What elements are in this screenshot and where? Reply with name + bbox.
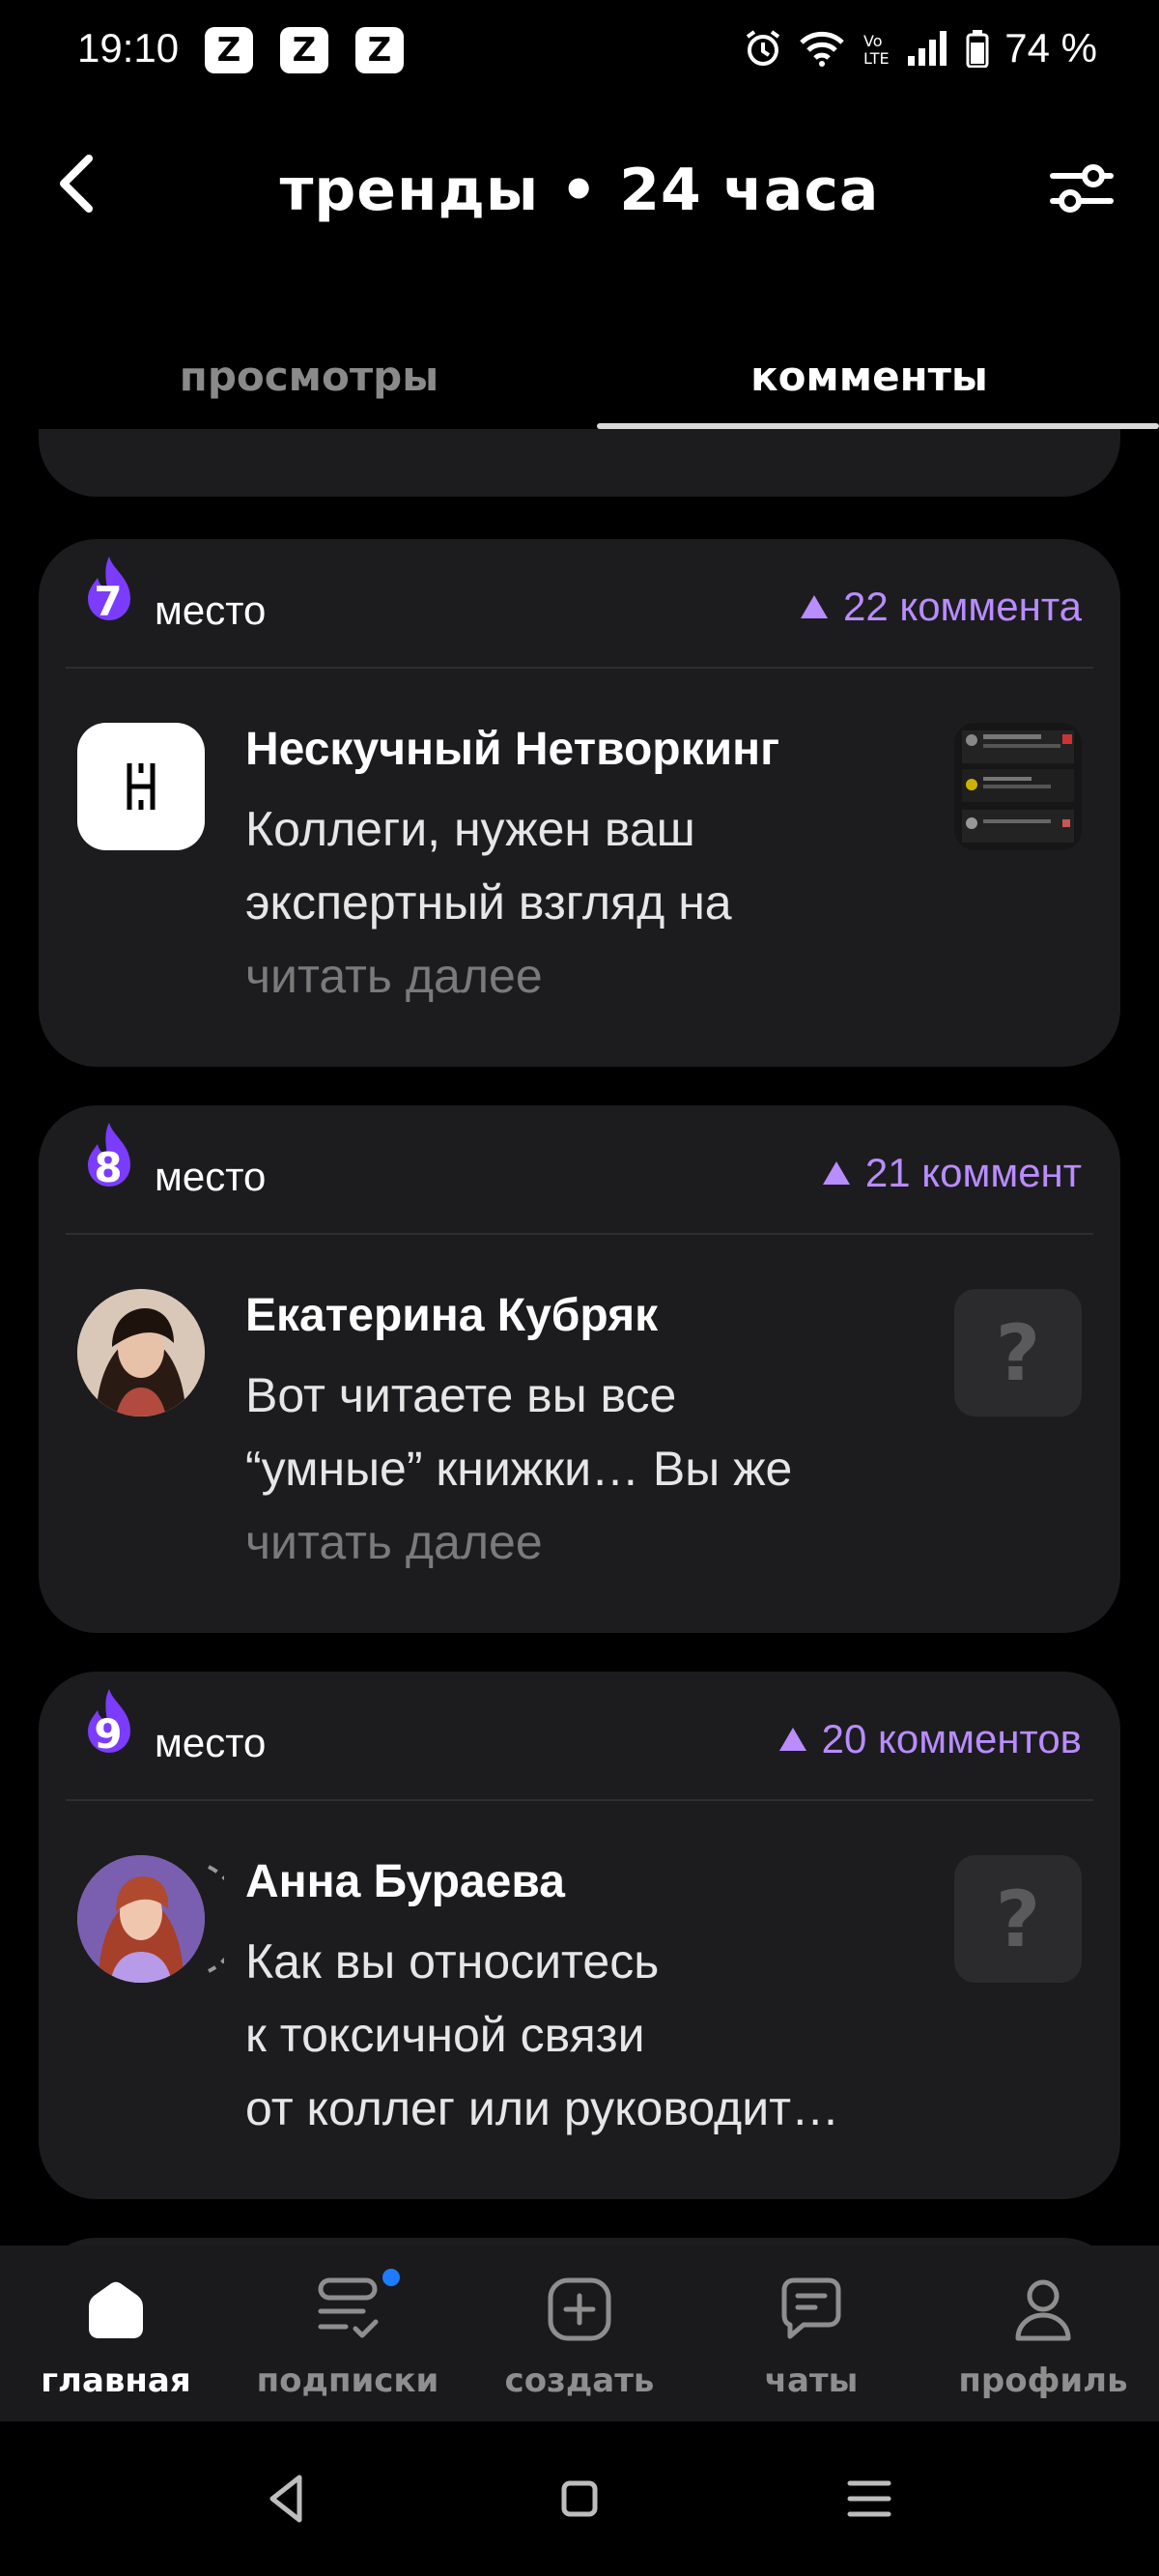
author-name[interactable]: Нескучный Нетворкинг	[245, 723, 779, 776]
notification-badge	[382, 2269, 400, 2286]
rank-number: 9	[94, 1710, 123, 1758]
tab-views[interactable]: просмотры	[39, 338, 580, 435]
system-home-icon[interactable]	[551, 2470, 608, 2528]
feed-card[interactable]: 9 место 20 комментов Анна Бураева Как вы…	[39, 1672, 1120, 2199]
app-z-icon: Z	[205, 27, 253, 73]
up-arrow-icon	[800, 595, 828, 618]
card-divider	[66, 1799, 1093, 1801]
rank-number: 8	[94, 1144, 123, 1191]
comment-count-text: 22 коммента	[842, 584, 1082, 629]
excerpt-line: Вот читаете вы все	[245, 1368, 677, 1422]
header: тренды • 24 часа	[0, 116, 1159, 261]
battery-percent: 74 %	[1004, 25, 1097, 71]
read-more-link[interactable]: читать далее	[245, 939, 941, 1013]
story-ring-icon	[208, 1865, 224, 1973]
status-bar: 19:10 Z Z Z Vo LTE 74 %	[0, 0, 1159, 106]
home-icon	[89, 2281, 143, 2338]
nav-create[interactable]: создать	[464, 2246, 695, 2421]
profile-icon	[1015, 2279, 1071, 2341]
status-time: 19:10	[77, 25, 180, 71]
comment-count: 22 коммента	[800, 584, 1082, 630]
create-icon	[548, 2277, 611, 2341]
comment-count: 21 коммент	[822, 1150, 1082, 1196]
system-back-icon[interactable]	[259, 2470, 317, 2528]
nav-label: чаты	[764, 2361, 859, 2400]
rank-label: место	[155, 1154, 267, 1199]
subscriptions-icon	[318, 2277, 379, 2338]
tab-bar: просмотры комменты	[39, 338, 1159, 435]
chat-icon	[781, 2277, 841, 2339]
battery-icon	[966, 30, 989, 68]
svg-text:LTE: LTE	[863, 49, 890, 68]
comment-count: 20 комментов	[778, 1716, 1082, 1762]
rank-label: место	[155, 587, 267, 633]
question-placeholder-icon: ?	[995, 1874, 1041, 1964]
comment-count-text: 21 коммент	[864, 1150, 1082, 1195]
status-right: Vo LTE 74 %	[744, 25, 1097, 72]
volte-icon: VoLTE	[863, 32, 890, 68]
logo-nn-icon	[127, 763, 155, 810]
svg-text:Vo: Vo	[863, 32, 883, 50]
feed-card[interactable]: 8 место 21 коммент Екатерина Кубряк Вот …	[39, 1105, 1120, 1633]
screenshot-thumbnail-icon	[954, 723, 1082, 850]
feed-card[interactable]: 7 место 22 коммента Нескучный Нетворкинг…	[39, 539, 1120, 1067]
tab-comments[interactable]: комменты	[599, 338, 1140, 435]
post-excerpt[interactable]: Коллеги, нужен ваш экспертный взгляд на …	[245, 792, 941, 1013]
card-divider	[66, 667, 1093, 669]
nav-label: подписки	[256, 2361, 439, 2400]
excerpt-line: от коллег или руководит…	[245, 2081, 840, 2135]
question-placeholder-icon: ?	[995, 1307, 1041, 1398]
signal-icon	[908, 31, 947, 66]
card-divider	[66, 1233, 1093, 1235]
page-title: тренды • 24 часа	[279, 157, 880, 224]
post-excerpt[interactable]: Как вы относитесь к токсичной связи от к…	[245, 1925, 960, 2145]
user-photo-icon	[77, 1289, 205, 1417]
feed-card-partial[interactable]	[39, 429, 1120, 497]
read-more-link[interactable]: читать далее	[245, 1505, 941, 1579]
feed-card-partial[interactable]	[39, 2238, 1120, 2246]
avatar[interactable]	[77, 1855, 205, 1983]
excerpt-line: Как вы относитесь	[245, 1934, 660, 1989]
bottom-navigation: главная подписки создать чаты профиль	[0, 2246, 1159, 2421]
nav-label: главная	[41, 2361, 191, 2400]
nav-chats[interactable]: чаты	[695, 2246, 927, 2421]
wifi-icon	[800, 31, 845, 67]
user-photo-icon	[77, 1855, 205, 1983]
excerpt-line: “умные” книжки… Вы же	[245, 1442, 793, 1496]
app-z-icon: Z	[280, 27, 328, 73]
up-arrow-icon	[822, 1161, 850, 1185]
post-thumbnail[interactable]: ?	[954, 1289, 1082, 1417]
nav-subscriptions[interactable]: подписки	[232, 2246, 464, 2421]
post-thumbnail[interactable]: ?	[954, 1855, 1082, 1983]
filter-sliders-icon[interactable]	[1043, 155, 1120, 222]
nav-home[interactable]: главная	[0, 2246, 232, 2421]
rank-number: 7	[94, 578, 123, 625]
author-name[interactable]: Анна Бураева	[245, 1855, 565, 1908]
comment-count-text: 20 комментов	[821, 1716, 1082, 1761]
alarm-icon	[747, 30, 780, 66]
excerpt-line: Коллеги, нужен ваш	[245, 802, 695, 856]
post-thumbnail[interactable]	[954, 723, 1082, 850]
author-name[interactable]: Екатерина Кубряк	[245, 1289, 658, 1342]
excerpt-line: экспертный взгляд на	[245, 875, 732, 930]
nav-label: создать	[504, 2361, 655, 2400]
app-z-icon: Z	[355, 27, 404, 73]
nav-profile[interactable]: профиль	[927, 2246, 1159, 2421]
system-navigation	[0, 2421, 1159, 2576]
excerpt-line: к токсичной связи	[245, 2008, 645, 2062]
system-menu-icon[interactable]	[840, 2470, 898, 2528]
post-excerpt[interactable]: Вот читаете вы все “умные” книжки… Вы же…	[245, 1359, 941, 1579]
avatar[interactable]	[77, 723, 205, 850]
rank-label: место	[155, 1720, 267, 1765]
nav-label: профиль	[958, 2361, 1128, 2400]
trends-feed[interactable]: 7 место 22 коммента Нескучный Нетворкинг…	[0, 429, 1159, 2246]
avatar[interactable]	[77, 1289, 205, 1417]
up-arrow-icon	[778, 1728, 806, 1751]
